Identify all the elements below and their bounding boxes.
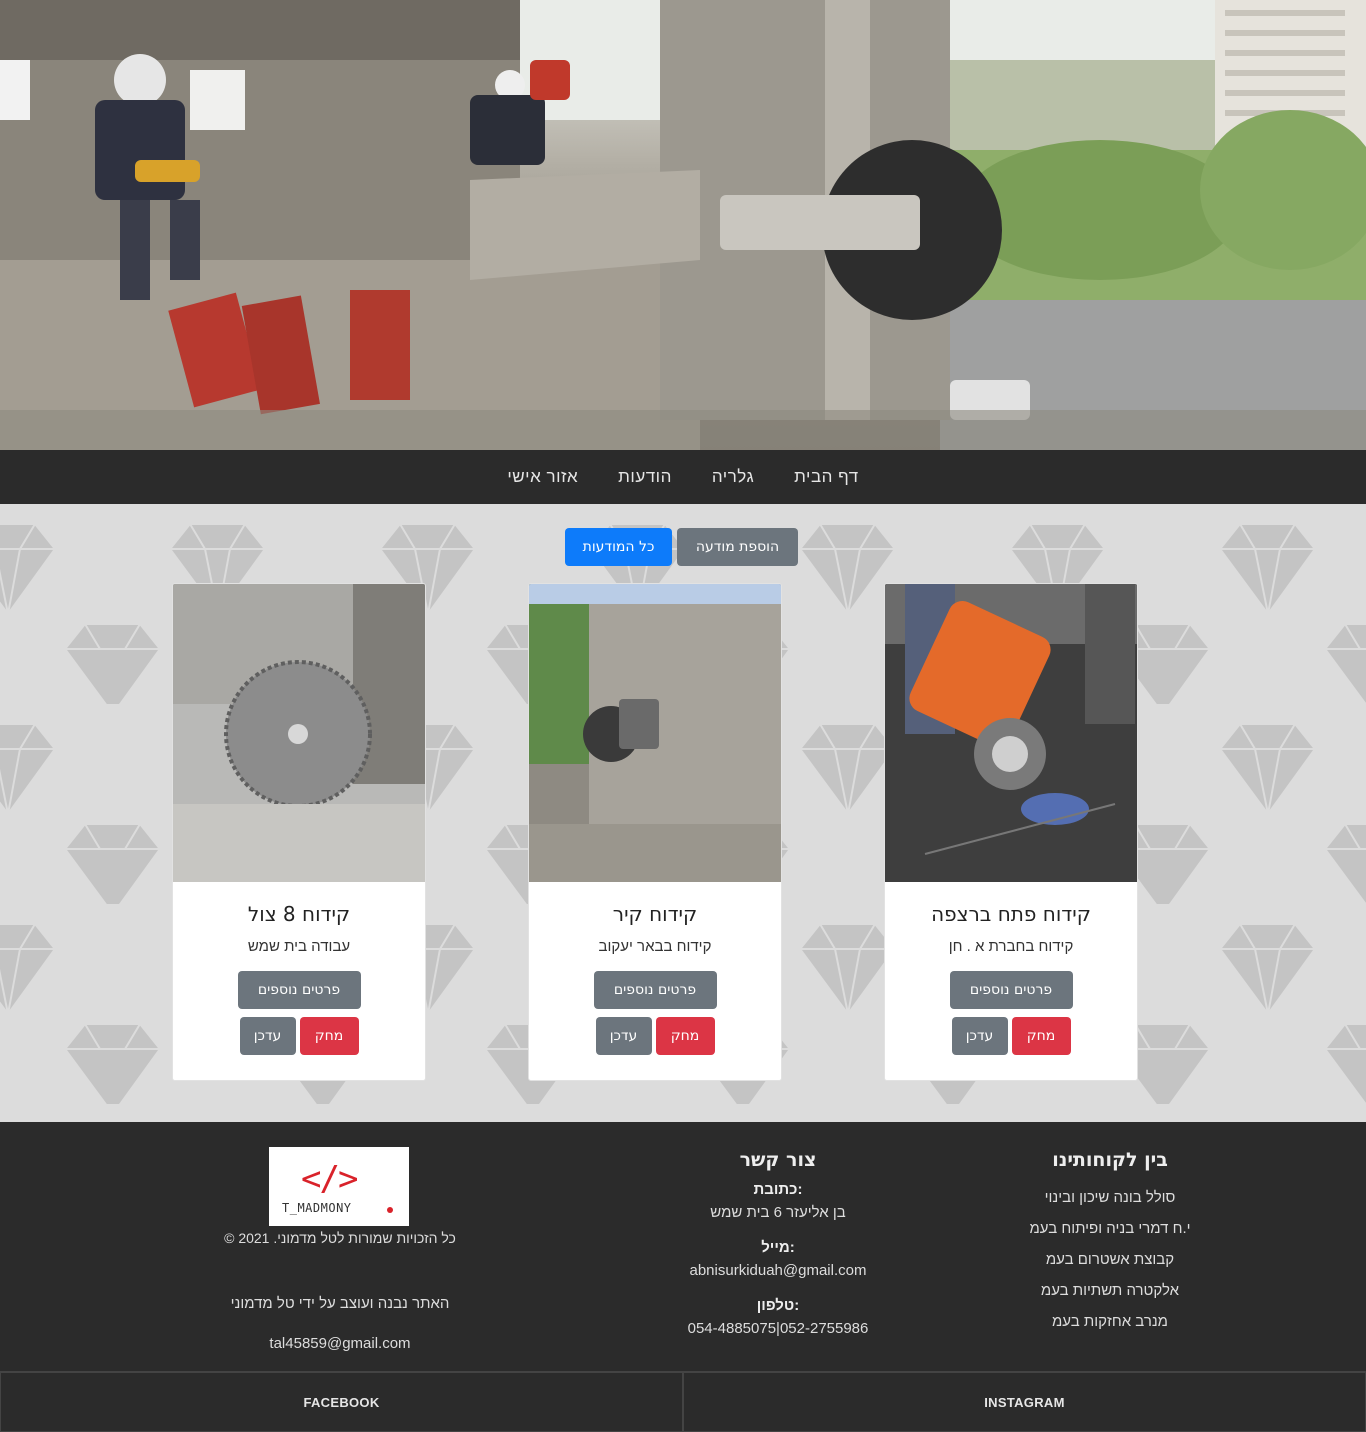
logo-wordmark: T_MADMONY bbox=[282, 1201, 352, 1215]
main-nav: דף הבית גלריה הודעות אזור אישי bbox=[0, 450, 1366, 504]
hero-photo-illustration bbox=[0, 0, 1366, 450]
wall-cutting-photo bbox=[529, 584, 781, 882]
developer-logo: </> T_MADMONY bbox=[269, 1147, 409, 1226]
ad-card-image bbox=[885, 584, 1137, 882]
more-details-button[interactable]: פרטים נוספים bbox=[593, 971, 717, 1009]
ad-card-title: קידוח קיר bbox=[612, 902, 698, 926]
ad-card-actions: עדכן מחק bbox=[885, 1017, 1137, 1055]
email-label: :מייל bbox=[761, 1239, 795, 1256]
contact-phone[interactable]: 052-2755986|054-4885075 bbox=[658, 1320, 898, 1337]
all-ads-button[interactable]: כל המודעות bbox=[565, 528, 672, 566]
facebook-link[interactable]: FACEBOOK bbox=[0, 1372, 683, 1432]
more-details-button[interactable]: פרטים נוספים bbox=[237, 971, 361, 1009]
nav-item-personal-area[interactable]: אזור אישי bbox=[487, 467, 598, 487]
client-item: סולל בונה שיכון ובינוי bbox=[1044, 1189, 1176, 1206]
edit-button[interactable]: עדכן bbox=[951, 1017, 1008, 1055]
add-ad-button[interactable]: הוספת מודעה bbox=[677, 528, 798, 566]
ads-toolbar: כל המודעות הוספת מודעה bbox=[565, 528, 798, 566]
ad-card-title: קידוח 8 צול bbox=[247, 902, 351, 926]
instagram-link[interactable]: INSTAGRAM bbox=[683, 1372, 1366, 1432]
client-item: מנרב אחזקות בעמ bbox=[1052, 1313, 1168, 1330]
contact-email[interactable]: abnisurkiduah@gmail.com bbox=[658, 1262, 898, 1279]
hero-image bbox=[0, 0, 1366, 450]
logo-brackets: </> bbox=[301, 1159, 358, 1199]
ad-card-actions: עדכן מחק bbox=[529, 1017, 781, 1055]
client-item: אלקטרה תשתיות בעמ bbox=[1040, 1282, 1180, 1299]
ad-card-subtitle: קידוח בחברת א . חן bbox=[948, 938, 1074, 955]
more-details-button[interactable]: פרטים נוספים bbox=[949, 971, 1073, 1009]
ad-card-subtitle: קידוח בבאר יעקוב bbox=[598, 938, 712, 955]
client-item: קבוצת אשטרום בעמ bbox=[1045, 1251, 1175, 1268]
logo-dot bbox=[387, 1207, 393, 1213]
ad-card-image bbox=[173, 584, 425, 882]
built-by-text: האתר נבנה ועוצב על ידי טל מדמוני bbox=[230, 1295, 450, 1312]
clients-title: בין לקוחותינו bbox=[1052, 1149, 1168, 1171]
client-item: י.ח דמרי בניה ופיתוח בעמ bbox=[1029, 1220, 1191, 1237]
ads-section: כל המודעות הוספת מודעה קידוח פתח ברצפה ק… bbox=[0, 504, 1366, 1122]
ad-card-title: קידוח פתח ברצפה bbox=[931, 902, 1091, 926]
phone-label: :טלפון bbox=[756, 1297, 800, 1314]
delete-button[interactable]: מחק bbox=[1011, 1017, 1071, 1055]
nav-item-gallery[interactable]: גלריה bbox=[692, 467, 774, 487]
floor-cutting-photo bbox=[885, 584, 1137, 882]
nav-item-home[interactable]: דף הבית bbox=[774, 467, 879, 487]
contact-column: צור קשר :כתובת בן אליעזר 6 בית שמש :מייל… bbox=[658, 1149, 898, 1337]
ad-card: קידוח 8 צול עבודה בית שמש פרטים נוספים ע… bbox=[172, 583, 426, 1081]
footer: בין לקוחותינו סולל בונה שיכון ובינוי י.ח… bbox=[0, 1122, 1366, 1371]
ad-card-image bbox=[529, 584, 781, 882]
ad-card: קידוח קיר קידוח בבאר יעקוב פרטים נוספים … bbox=[528, 583, 782, 1081]
nav-item-messages[interactable]: הודעות bbox=[598, 467, 692, 487]
delete-button[interactable]: מחק bbox=[655, 1017, 715, 1055]
edit-button[interactable]: עדכן bbox=[595, 1017, 652, 1055]
delete-button[interactable]: מחק bbox=[299, 1017, 359, 1055]
clients-column: בין לקוחותינו סולל בונה שיכון ובינוי י.ח… bbox=[990, 1149, 1230, 1330]
address-value: בן אליעזר 6 בית שמש bbox=[710, 1204, 846, 1221]
edit-button[interactable]: עדכן bbox=[239, 1017, 296, 1055]
ad-card-subtitle: עבודה בית שמש bbox=[247, 938, 351, 955]
copyright-text: כל הזכויות שמורות לטל מדמוני. 2021 © bbox=[224, 1230, 456, 1246]
ad-card: קידוח פתח ברצפה קידוח בחברת א . חן פרטים… bbox=[884, 583, 1138, 1081]
ad-card-actions: עדכן מחק bbox=[173, 1017, 425, 1055]
address-label: :כתובת bbox=[753, 1181, 803, 1198]
contact-title: צור קשר bbox=[739, 1149, 817, 1171]
social-links: FACEBOOK INSTAGRAM bbox=[0, 1371, 1366, 1432]
saw-blade-photo bbox=[173, 584, 425, 882]
developer-email[interactable]: tal45859@gmail.com bbox=[180, 1335, 500, 1352]
